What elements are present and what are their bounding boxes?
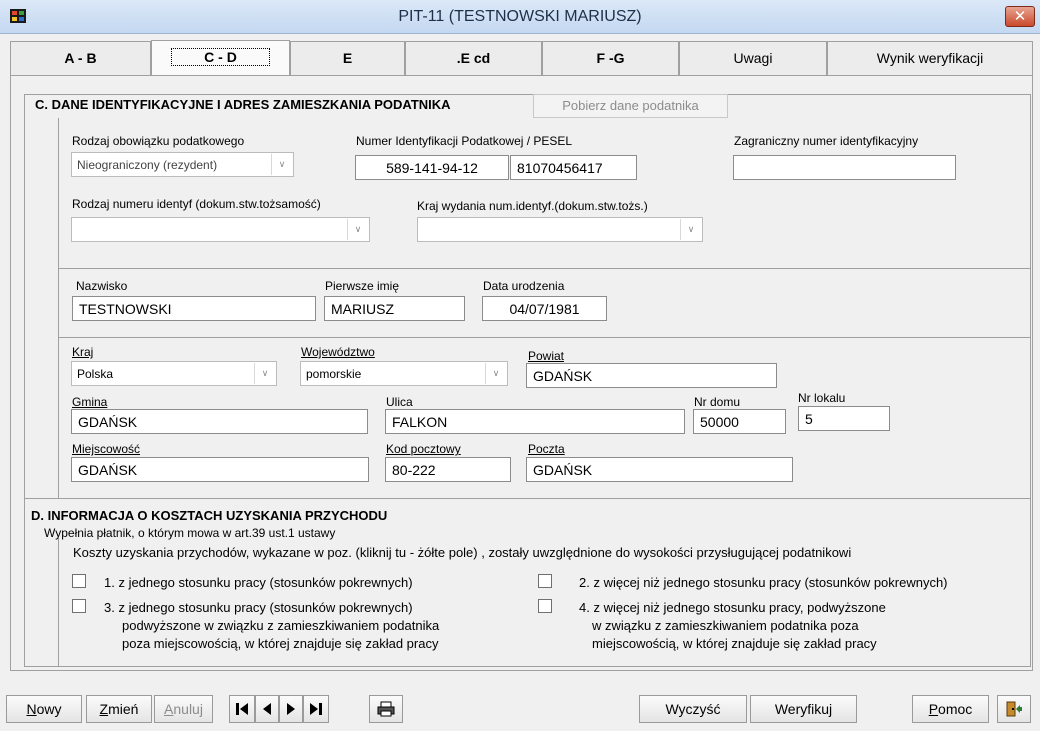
divider-2 (58, 337, 1031, 338)
chevron-down-icon: ∨ (680, 219, 701, 240)
previous-record-icon (263, 703, 271, 715)
apartment-number-input[interactable]: 5 (798, 406, 890, 431)
cost-option-3-label-line3: poza miejscowością, w której znajduje si… (122, 636, 439, 651)
exit-door-icon (1006, 701, 1022, 717)
post-office-input[interactable]: GDAŃSK (526, 457, 793, 482)
chevron-down-icon: ∨ (254, 363, 275, 384)
cost-option-2-label: 2. z więcej niż jednego stosunku pracy (… (579, 575, 948, 590)
section-d-title: D. INFORMACJA O KOSZTACH UZYSKANIA PRZYC… (31, 508, 388, 523)
id-type-select[interactable]: ∨ (71, 217, 370, 242)
apartment-number-label: Nr lokalu (798, 391, 846, 405)
voivodeship-label: Województwo (301, 345, 375, 359)
previous-record-button[interactable] (255, 695, 279, 723)
voivodeship-select[interactable]: pomorskie ∨ (300, 361, 508, 386)
cost-option-1-label: 1. z jednego stosunku pracy (stosunków p… (104, 575, 413, 590)
tab-c-d[interactable]: C - D (151, 40, 290, 77)
last-record-icon (310, 703, 322, 715)
last-record-button[interactable] (303, 695, 329, 723)
chevron-down-icon: ∨ (485, 363, 506, 384)
nip-label: Numer Identyfikacji Podatkowej / PESEL (356, 134, 573, 148)
tab-uwagi[interactable]: Uwagi (679, 41, 827, 76)
nip-input[interactable]: 589-141-94-12 (355, 155, 509, 180)
tab-e[interactable]: E (290, 41, 405, 76)
house-number-input[interactable]: 50000 (693, 409, 786, 434)
cost-option-1-checkbox[interactable] (72, 574, 86, 588)
birthdate-input[interactable]: 04/07/1981 (482, 296, 607, 321)
foreign-id-label: Zagraniczny numer identyfikacyjny (734, 134, 919, 148)
print-button[interactable] (369, 695, 403, 723)
cancel-button[interactable]: Anuluj (154, 695, 213, 723)
next-record-button[interactable] (279, 695, 303, 723)
verify-button[interactable]: Weryfikuj (750, 695, 857, 723)
firstname-input[interactable]: MARIUSZ (324, 296, 465, 321)
tab-verification-result[interactable]: Wynik weryfikacji (827, 41, 1033, 76)
change-button[interactable]: Zmień (86, 695, 152, 723)
section-d-indent-line (58, 538, 59, 667)
street-label: Ulica (386, 395, 413, 409)
commune-input[interactable]: GDAŃSK (71, 409, 368, 434)
city-label: Miejscowość (72, 442, 141, 456)
house-number-label: Nr domu (694, 395, 741, 409)
pesel-input[interactable]: 81070456417 (510, 155, 637, 180)
printer-icon (377, 701, 395, 717)
next-record-icon (287, 703, 295, 715)
cost-option-4-label-line3: miejscowością, w której znajduje się zak… (592, 636, 877, 651)
tab-a-b[interactable]: A - B (10, 41, 151, 76)
county-input[interactable]: GDAŃSK (526, 363, 777, 388)
tab-e-cd[interactable]: .E cd (405, 41, 542, 76)
cost-option-4-checkbox[interactable] (538, 599, 552, 613)
postcode-input[interactable]: 80-222 (385, 457, 511, 482)
birthdate-label: Data urodzenia (483, 279, 565, 293)
tax-obligation-select[interactable]: Nieograniczony (rezydent) ∨ (71, 152, 294, 177)
section-c-title: C. DANE IDENTYFIKACYJNE I ADRES ZAMIESZK… (35, 97, 451, 112)
first-record-button[interactable] (229, 695, 255, 723)
id-country-label: Kraj wydania num.identyf.(dokum.stw.tożs… (417, 199, 648, 213)
commune-label: Gmina (72, 395, 108, 409)
street-input[interactable]: FALKON (385, 409, 685, 434)
section-d-description: Koszty uzyskania przychodów, wykazane w … (73, 545, 852, 560)
window-title: PIT-11 (TESTNOWSKI MARIUSZ) (398, 8, 642, 25)
section-d-subtitle: Wypełnia płatnik, o którym mowa w art.39… (44, 526, 336, 540)
surname-input[interactable]: TESTNOWSKI (72, 296, 316, 321)
tax-obligation-label: Rodzaj obowiązku podatkowego (72, 134, 245, 148)
chevron-down-icon: ∨ (347, 219, 368, 240)
id-country-select[interactable]: ∨ (417, 217, 703, 242)
surname-label: Nazwisko (76, 279, 128, 293)
id-type-label: Rodzaj numeru identyf (dokum.stw.tożsamo… (72, 197, 321, 211)
cost-option-3-label-line2: podwyższone w związku z zamieszkiwaniem … (122, 618, 440, 633)
tab-bar: A - B C - D E .E cd F -G Uwagi Wynik wer… (10, 40, 1033, 77)
country-select[interactable]: Polska ∨ (71, 361, 277, 386)
cost-option-4-label-line1: 4. z więcej niż jednego stosunku pracy, … (579, 600, 886, 615)
foreign-id-input[interactable] (733, 155, 956, 180)
new-button[interactable]: Nowy (6, 695, 82, 723)
divider-section-d (24, 498, 1031, 499)
divider-1 (58, 268, 1031, 269)
clear-button[interactable]: Wyczyść (639, 695, 747, 723)
fetch-taxpayer-button[interactable]: Pobierz dane podatnika (533, 94, 728, 118)
title-bar: PIT-11 (TESTNOWSKI MARIUSZ) ✕ (0, 0, 1040, 34)
cost-option-4-label-line2: w związku z zamieszkiwaniem podatnika po… (592, 618, 859, 633)
close-window-button[interactable]: ✕ (1005, 6, 1035, 27)
cost-option-3-checkbox[interactable] (72, 599, 86, 613)
country-label: Kraj (72, 345, 94, 359)
county-label: Powiat (528, 349, 565, 363)
cost-option-2-checkbox[interactable] (538, 574, 552, 588)
firstname-label: Pierwsze imię (325, 279, 400, 293)
cost-option-3-label-line1: 3. z jednego stosunku pracy (stosunków p… (104, 600, 413, 615)
first-record-icon (236, 703, 248, 715)
exit-button[interactable] (997, 695, 1031, 723)
section-c-indent-line (58, 118, 59, 498)
tab-f-g[interactable]: F -G (542, 41, 679, 76)
help-button[interactable]: Pomoc (912, 695, 989, 723)
city-input[interactable]: GDAŃSK (71, 457, 369, 482)
chevron-down-icon: ∨ (271, 154, 292, 175)
post-office-label: Poczta (528, 442, 565, 456)
postcode-label: Kod pocztowy (386, 442, 461, 456)
